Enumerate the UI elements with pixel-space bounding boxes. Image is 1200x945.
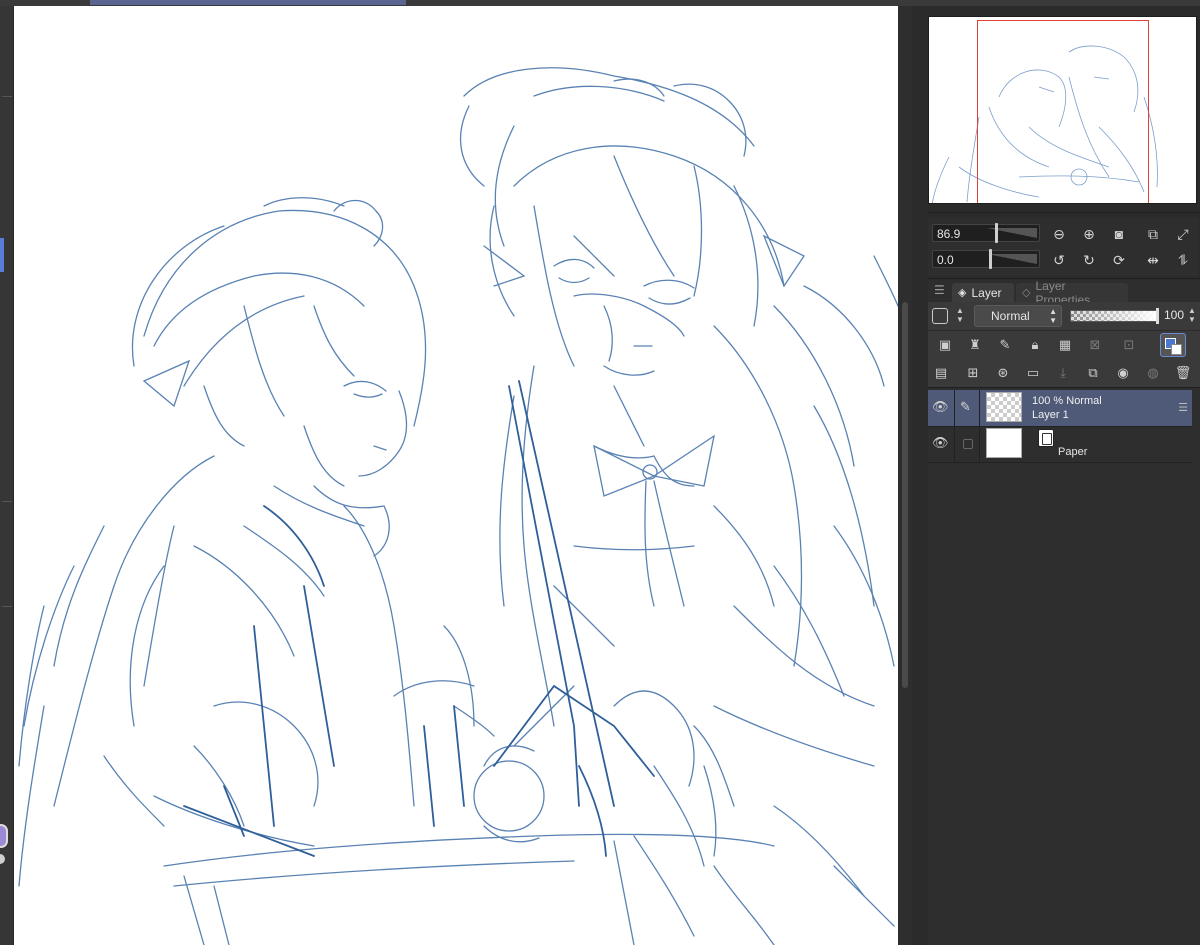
tool-separator bbox=[2, 606, 12, 607]
reset-rotation-icon[interactable]: ⟳ bbox=[1108, 250, 1130, 270]
actual-size-icon[interactable]: ⧉ bbox=[1142, 224, 1164, 244]
layer-separator bbox=[928, 462, 1192, 463]
layer-row-paper[interactable]: 👁︎ Paper bbox=[928, 426, 1192, 462]
opacity-slider[interactable] bbox=[1070, 308, 1159, 324]
selected-tool-indicator[interactable] bbox=[0, 238, 4, 272]
lock-transparency-icon[interactable]: ▦ bbox=[1054, 335, 1076, 355]
zoom-slider[interactable]: 86.9 bbox=[932, 223, 1040, 243]
draft-layer-icon[interactable]: ✎ bbox=[994, 335, 1016, 355]
clip-layer-icon[interactable]: ⊠ bbox=[1084, 335, 1106, 355]
layer-panel-header: ☰ ◈ Layer ◇ Layer Properties bbox=[928, 279, 1200, 307]
reference-layer-icon[interactable]: ▣ bbox=[934, 335, 956, 355]
new-raster-layer-icon[interactable]: ⊞ bbox=[962, 363, 984, 383]
navigator-controls: 86.9 0.0 ⊖ ⊕ ◙ ⧉ ⤢ ↺ ↻ ⟳ ⇹ ⥮ bbox=[928, 218, 1198, 276]
layer-name: Paper bbox=[1058, 446, 1088, 458]
tool-separator bbox=[2, 501, 12, 502]
trash-icon[interactable]: 🗑︎ bbox=[1172, 363, 1194, 383]
fit-screen-icon[interactable]: ⤢ bbox=[1172, 224, 1194, 244]
canvas-vertical-scrollbar[interactable] bbox=[898, 6, 912, 945]
panel-divider bbox=[928, 212, 1200, 213]
drag-handle-icon[interactable]: ☰ bbox=[1178, 401, 1188, 414]
tab-layer-label: Layer bbox=[971, 285, 1002, 300]
merge-layer-icon[interactable]: ⧉ bbox=[1082, 363, 1104, 383]
rotate-ramp bbox=[987, 254, 1037, 264]
panel-menu-icon[interactable]: ☰ bbox=[934, 283, 945, 297]
layer-thumbnail bbox=[986, 392, 1022, 422]
rotate-ccw-icon[interactable]: ↺ bbox=[1048, 250, 1070, 270]
eye-icon[interactable]: 👁︎ bbox=[932, 399, 949, 415]
new-folder-icon[interactable]: ▭ bbox=[1022, 363, 1044, 383]
mask-clip-icon[interactable]: ⊡ bbox=[1118, 335, 1140, 355]
tab-layer[interactable]: ◈ Layer bbox=[952, 283, 1014, 302]
drawing-canvas[interactable] bbox=[14, 6, 898, 945]
layer-checkbox[interactable] bbox=[963, 439, 973, 449]
clip-studio-app: 86.9 0.0 ⊖ ⊕ ◙ ⧉ ⤢ ↺ ↻ ⟳ ⇹ ⥮ ☰ ◈ Layer ◇… bbox=[0, 0, 1200, 945]
flip-horizontal-icon[interactable]: ⇹ bbox=[1142, 250, 1164, 270]
rotate-value[interactable]: 0.0 bbox=[937, 253, 954, 267]
zoom-slider-row: 86.9 bbox=[932, 223, 1040, 244]
opacity-spinner-icon[interactable]: ▲ ▼ bbox=[1186, 306, 1198, 326]
blend-mode-select[interactable]: Normal ▲ ▼ bbox=[974, 305, 1062, 327]
shape-spinner-icon[interactable]: ▲ ▼ bbox=[954, 306, 966, 326]
lock-icon[interactable]: 🔒︎ bbox=[1024, 335, 1046, 355]
fit-to-window-icon[interactable]: ◙ bbox=[1108, 224, 1130, 244]
layer-name: Layer 1 bbox=[1032, 409, 1069, 421]
rotate-slider-knob[interactable] bbox=[989, 249, 992, 269]
chevron-updown-icon: ▲ ▼ bbox=[1049, 307, 1057, 325]
sketch-artwork bbox=[18, 67, 898, 945]
flip-vertical-icon[interactable]: ⥮ bbox=[1172, 250, 1194, 270]
tool-separator bbox=[2, 96, 12, 97]
layer-stack-icon: ◈ bbox=[958, 287, 967, 299]
zoom-in-icon[interactable]: ⊕ bbox=[1078, 224, 1100, 244]
zoom-value[interactable]: 86.9 bbox=[937, 227, 960, 241]
navigator-preview[interactable] bbox=[928, 16, 1197, 204]
opacity-value[interactable]: 100 bbox=[1164, 308, 1184, 322]
layer-row-layer-1[interactable]: 👁︎ ✎ 100 % Normal Layer 1 ☰ bbox=[928, 390, 1192, 426]
left-tool-strip bbox=[0, 6, 14, 945]
zoom-out-icon[interactable]: ⊖ bbox=[1048, 224, 1070, 244]
sub-color-icon[interactable] bbox=[0, 854, 5, 864]
scrollbar-thumb[interactable] bbox=[902, 302, 908, 688]
layer-sub-color bbox=[1171, 344, 1182, 355]
pen-edit-icon[interactable]: ✎ bbox=[960, 399, 971, 415]
layer-list: 👁︎ ✎ 100 % Normal Layer 1 ☰ 👁︎ Paper bbox=[928, 388, 1200, 945]
eye-icon[interactable]: 👁︎ bbox=[932, 435, 949, 451]
paper-icon bbox=[1038, 429, 1054, 447]
layer-opacity-mode: 100 % Normal bbox=[1032, 395, 1102, 407]
rotate-slider[interactable]: 0.0 bbox=[932, 249, 1040, 269]
layer-shape-icon[interactable] bbox=[932, 308, 948, 324]
main-color-icon[interactable] bbox=[0, 824, 8, 848]
new-vector-layer-icon[interactable]: ⊛ bbox=[992, 363, 1014, 383]
layer-color-icon[interactable] bbox=[1160, 333, 1186, 357]
blend-mode-row: ▲ ▼ Normal ▲ ▼ 100 ▲ ▼ bbox=[928, 302, 1200, 330]
opacity-fill bbox=[1071, 311, 1157, 321]
opacity-knob[interactable] bbox=[1156, 308, 1159, 324]
zoom-slider-knob[interactable] bbox=[995, 223, 998, 243]
tab-layer-properties[interactable]: ◇ Layer Properties bbox=[1016, 279, 1128, 307]
document-tab-strip[interactable] bbox=[90, 0, 406, 5]
layer-tool-row-1: ▣ ♜ ✎ 🔒︎ ▦ ⊠ ⊡ bbox=[928, 331, 1200, 359]
rotate-slider-row: 0.0 bbox=[932, 249, 1040, 270]
transfer-down-icon[interactable]: ⤓ bbox=[1052, 363, 1074, 383]
rotate-cw-icon[interactable]: ↻ bbox=[1078, 250, 1100, 270]
lighthouse-icon[interactable]: ♜ bbox=[964, 335, 986, 355]
layer-properties-icon: ◇ bbox=[1022, 287, 1031, 299]
navigator-view-frame[interactable] bbox=[977, 20, 1149, 203]
layer-tool-row-2: ▤ ⊞ ⊛ ▭ ⤓ ⧉ ◉ ◍ 🗑︎ bbox=[928, 359, 1200, 387]
blend-mode-value: Normal bbox=[991, 309, 1030, 323]
paper-thumbnail bbox=[986, 428, 1022, 458]
apply-mask-icon[interactable]: ◍ bbox=[1142, 363, 1164, 383]
layer-list-view-icon[interactable]: ▤ bbox=[930, 363, 952, 383]
create-mask-icon[interactable]: ◉ bbox=[1112, 363, 1134, 383]
